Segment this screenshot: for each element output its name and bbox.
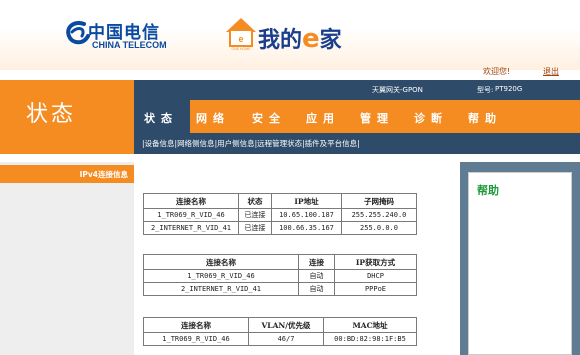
cell: 1_TR069_R_VID_46 [143,332,249,346]
subnav-plugin-info[interactable]: 插件及平台信息 [305,139,358,148]
col-connect: 连接 [298,254,335,270]
cell: 255.0.0.0 [341,221,417,235]
nav-application[interactable]: 应用 [306,110,340,126]
sidebar-item-ipv4-connection[interactable]: IPv4连接信息 [0,165,134,183]
china-telecom-logo: 中国电信 CHINA TELECOM [62,14,182,58]
welcome-text: 欢迎您! [483,67,511,76]
table-row: 1_TR069_R_VID_46 自动 DHCP [143,269,417,283]
help-box: 帮助 [468,172,572,355]
help-title: 帮助 [477,184,499,197]
col-vlan-priority: VLAN/优先级 [248,317,324,333]
table-row: 1_TR069_R_VID_46 46/7 00:BD:82:98:1F:B5 [143,332,417,346]
col-ip-method: IP获取方式 [334,254,417,270]
nav-security[interactable]: 安全 [252,110,286,126]
col-status: 状态 [238,193,272,209]
gateway-name: 天翼网关-GPON [372,86,423,94]
cell: 2_INTERNET_R_VID_41 [143,221,239,235]
col-connection-name: 连接名称 [143,317,249,333]
cell: 46/7 [248,332,324,346]
device-info-bar: 天翼网关-GPON 型号: PT920G [134,80,580,100]
cell: 已连接 [238,208,272,222]
nav-management[interactable]: 管理 [360,110,394,126]
connection-status-table: 连接名称 状态 IP地址 子网掩码 1_TR069_R_VID_46 已连接 1… [143,193,417,235]
cell: 100.66.35.167 [271,221,342,235]
vlan-mac-table: 连接名称 VLAN/优先级 MAC地址 1_TR069_R_VID_46 46/… [143,317,417,346]
subnav-remote-status[interactable]: 远程管理状态 [257,139,302,148]
header: 中国电信 CHINA TELECOM e ONE HOME 我的e家 欢迎您! … [0,0,580,76]
china-telecom-en: CHINA TELECOM [92,40,167,50]
table-header-row: 连接名称 状态 IP地址 子网掩码 [143,193,417,209]
nav-network[interactable]: 网络 [196,110,230,126]
cell: 已连接 [238,221,272,235]
subnav-user-info[interactable]: 用户侧信息 [217,139,255,148]
table-header-row: 连接名称 VLAN/优先级 MAC地址 [143,317,417,333]
main-nav: 状态 网络 安全 应用 管理 诊断 帮助 [134,100,580,133]
sub-nav: |设备信息|网络侧信息|用户侧信息|远程管理状态|插件及平台信息| [134,133,580,154]
cell: 自动 [298,282,335,296]
table-row: 1_TR069_R_VID_46 已连接 10.65.100.187 255.2… [143,208,417,222]
svg-text:e: e [238,34,243,44]
table-header-row: 连接名称 连接 IP获取方式 [143,254,417,270]
col-mac-address: MAC地址 [323,317,417,333]
my-ehome-text: 我的e家 [258,22,342,54]
my-ehome-logo: e ONE HOME 我的e家 [224,12,384,60]
cell: 10.65.100.187 [271,208,342,222]
cell: 1_TR069_R_VID_46 [143,208,239,222]
page-title-block: 状态 [0,80,134,154]
nav-help[interactable]: 帮助 [468,110,502,126]
model-label: 型号: [477,86,494,94]
col-ip-address: IP地址 [271,193,342,209]
page-title: 状态 [26,102,77,127]
house-icon: e ONE HOME [226,18,256,51]
cell: DHCP [334,269,417,283]
subnav-network-info[interactable]: 网络侧信息 [177,139,215,148]
nav-diagnosis[interactable]: 诊断 [414,110,448,126]
cell: PPPoE [334,282,417,296]
model-value: PT920G [495,85,523,93]
ehome-word: 我的 [258,28,303,53]
subnav-device-info[interactable]: 设备信息 [145,139,175,148]
table-row: 2_INTERNET_R_VID_41 自动 PPPoE [143,282,417,296]
nav-status[interactable]: 状态 [144,110,178,126]
cell: 00:BD:82:98:1F:B5 [323,332,417,346]
cell: 自动 [298,269,335,283]
logout-link[interactable]: 退出 [543,66,559,77]
connection-mode-table: 连接名称 连接 IP获取方式 1_TR069_R_VID_46 自动 DHCP … [143,254,417,296]
sidebar [0,162,134,355]
cell: 1_TR069_R_VID_46 [143,269,299,283]
col-connection-name: 连接名称 [143,254,299,270]
svg-text:ONE HOME: ONE HOME [231,47,251,51]
cell: 2_INTERNET_R_VID_41 [143,282,299,296]
sub-nav-links: |设备信息|网络侧信息|用户侧信息|远程管理状态|插件及平台信息| [142,139,360,148]
cell: 255.255.240.0 [341,208,417,222]
ehome-e: e [302,24,320,54]
table-row: 2_INTERNET_R_VID_41 已连接 100.66.35.167 25… [143,221,417,235]
col-subnet-mask: 子网掩码 [341,193,417,209]
ehome-tail: 家 [319,28,342,53]
col-connection-name: 连接名称 [143,193,239,209]
